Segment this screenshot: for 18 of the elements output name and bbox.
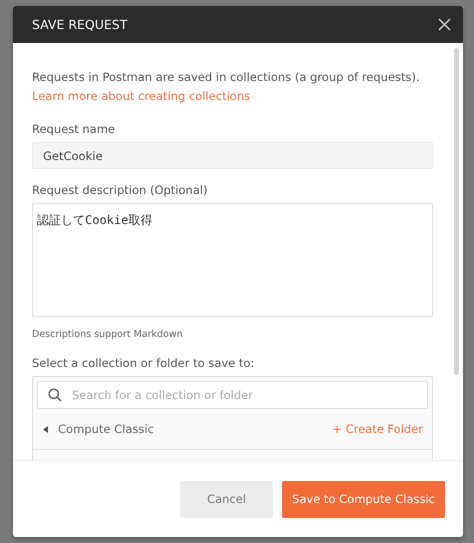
hint-text: Descriptions support Markdown (32, 329, 184, 340)
request-name-field[interactable]: GetCookie (32, 142, 433, 169)
cancel-button[interactable]: Cancel (180, 480, 274, 518)
collection-search-field[interactable]: Search for a collection or folder (37, 381, 428, 409)
collection-name: Compute Classic (58, 422, 155, 436)
collection-row[interactable]: Compute Classic + Create Folder (33, 409, 432, 450)
create-folder-link[interactable]: + Create Folder (332, 422, 427, 436)
request-description-field[interactable]: 認証してCookie取得 (32, 203, 433, 317)
save-button[interactable]: Save to Compute Classic (282, 480, 445, 518)
close-icon[interactable] (438, 18, 451, 31)
field-label: Request name (32, 122, 116, 136)
intro-text: Requests in Postman are saved in collections (a group of requests). (32, 69, 421, 86)
dialog-title: SAVE REQUEST (32, 17, 128, 32)
field-label: Request description (Optional) (32, 183, 209, 197)
field-label: Select a collection or folder to save to: (32, 356, 256, 370)
learn-more-link[interactable]: Learn more about creating collections (32, 87, 433, 106)
search-icon (48, 388, 62, 402)
scrollbar[interactable] (454, 48, 459, 375)
